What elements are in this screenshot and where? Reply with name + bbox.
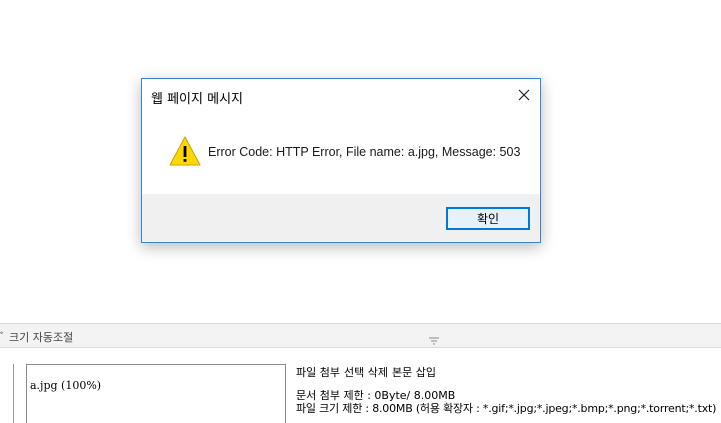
left-panel-edge [0,364,14,423]
attachment-file-list[interactable]: a.jpg (100%) [26,364,286,423]
dialog-message: Error Code: HTTP Error, File name: a.jpg… [208,145,521,159]
dialog-footer: 확인 [142,194,540,242]
attach-file-link[interactable]: 파일 첨부 [296,366,340,379]
dialog-title: 웹 페이지 메시지 [151,92,243,107]
delete-selected-link[interactable]: 선택 삭제 [344,366,388,379]
page: 웹 페이지 메시지 Error Code: HTTP Error, File n… [0,0,721,423]
ok-button[interactable]: 확인 [446,207,530,230]
insert-into-body-link[interactable]: 본문 삽입 [392,366,436,379]
file-size-limit: 파일 크기 제한 : 8.00MB (허용 확장자 : *.gif;*.jpg;… [296,402,717,415]
auto-resize-label: ﾞ 크기 자동조절 [0,331,74,344]
editor-resize-bar[interactable]: ﾞ 크기 자동조절 [0,323,721,348]
close-icon[interactable] [514,85,534,105]
list-item[interactable]: a.jpg (100%) [30,379,101,392]
message-dialog: 웹 페이지 메시지 Error Code: HTTP Error, File n… [141,78,541,243]
resize-handle-icon[interactable] [429,332,439,345]
warning-icon [168,135,202,167]
attachment-actions: 파일 첨부 선택 삭제 본문 삽입 [296,364,440,380]
